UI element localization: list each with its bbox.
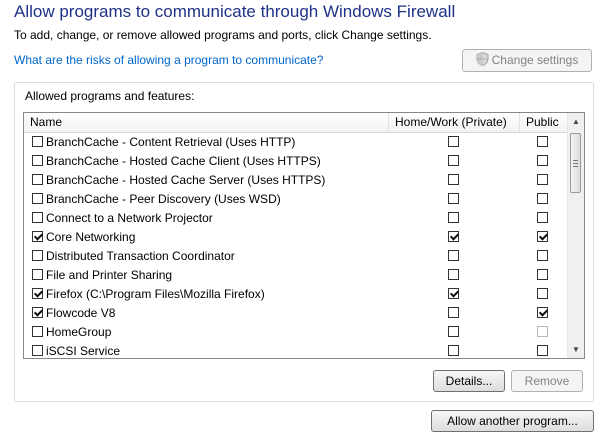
home-work-checkbox[interactable] [448, 250, 459, 261]
program-name: BranchCache - Hosted Cache Server (Uses … [46, 173, 326, 187]
public-checkbox[interactable] [537, 345, 548, 356]
program-enabled-checkbox[interactable] [32, 136, 43, 147]
program-name: Flowcode V8 [46, 306, 116, 320]
home-work-checkbox[interactable] [448, 174, 459, 185]
scroll-down-arrow-icon[interactable]: ▼ [568, 341, 584, 358]
home-work-checkbox[interactable] [448, 288, 459, 299]
program-name: Connect to a Network Projector [46, 211, 213, 225]
home-work-checkbox[interactable] [448, 345, 459, 356]
program-row[interactable]: BranchCache - Content Retrieval (Uses HT… [24, 133, 567, 152]
program-enabled-checkbox[interactable] [32, 307, 43, 318]
public-checkbox[interactable] [537, 307, 548, 318]
scroll-up-arrow-icon[interactable]: ▲ [568, 113, 584, 130]
public-checkbox[interactable] [537, 269, 548, 280]
program-enabled-checkbox[interactable] [32, 326, 43, 337]
scroll-thumb[interactable] [570, 133, 581, 193]
program-row[interactable]: Firefox (C:\Program Files\Mozilla Firefo… [24, 285, 567, 304]
program-name: HomeGroup [46, 325, 112, 339]
program-row[interactable]: File and Printer Sharing [24, 266, 567, 285]
program-row[interactable]: HomeGroup [24, 323, 567, 342]
program-name: iSCSI Service [46, 344, 121, 358]
list-header: Name Home/Work (Private) Public [24, 113, 567, 133]
home-work-checkbox[interactable] [448, 269, 459, 280]
program-enabled-checkbox[interactable] [32, 250, 43, 261]
program-name: File and Printer Sharing [46, 268, 173, 282]
remove-button[interactable]: Remove [511, 370, 583, 392]
program-name: Distributed Transaction Coordinator [46, 249, 235, 263]
program-row[interactable]: Connect to a Network Projector [24, 209, 567, 228]
programs-list[interactable]: Name Home/Work (Private) Public BranchCa… [23, 112, 585, 359]
home-work-checkbox[interactable] [448, 212, 459, 223]
details-button[interactable]: Details... [433, 370, 505, 392]
public-checkbox[interactable] [537, 212, 548, 223]
home-work-checkbox[interactable] [448, 326, 459, 337]
program-rows: BranchCache - Content Retrieval (Uses HT… [24, 133, 567, 358]
public-checkbox[interactable] [537, 326, 548, 337]
allow-another-program-button[interactable]: Allow another program... [431, 410, 594, 432]
risks-help-link[interactable]: What are the risks of allowing a program… [14, 53, 323, 67]
column-header-public[interactable]: Public [519, 113, 567, 132]
public-checkbox[interactable] [537, 155, 548, 166]
program-enabled-checkbox[interactable] [32, 174, 43, 185]
home-work-checkbox[interactable] [448, 155, 459, 166]
program-name: BranchCache - Content Retrieval (Uses HT… [46, 135, 296, 149]
program-name: BranchCache - Hosted Cache Client (Uses … [46, 154, 321, 168]
program-row[interactable]: BranchCache - Peer Discovery (Uses WSD) [24, 190, 567, 209]
program-name: Firefox (C:\Program Files\Mozilla Firefo… [46, 287, 265, 301]
program-row[interactable]: Distributed Transaction Coordinator [24, 247, 567, 266]
program-row[interactable]: iSCSI Service [24, 342, 567, 358]
public-checkbox[interactable] [537, 193, 548, 204]
home-work-checkbox[interactable] [448, 193, 459, 204]
page-subtitle: To add, change, or remove allowed progra… [14, 28, 432, 42]
program-enabled-checkbox[interactable] [32, 155, 43, 166]
home-work-checkbox[interactable] [448, 231, 459, 242]
program-row[interactable]: BranchCache - Hosted Cache Client (Uses … [24, 152, 567, 171]
public-checkbox[interactable] [537, 136, 548, 147]
program-name: Core Networking [46, 230, 136, 244]
home-work-checkbox[interactable] [448, 307, 459, 318]
allowed-programs-label: Allowed programs and features: [25, 89, 195, 103]
column-header-home-work[interactable]: Home/Work (Private) [388, 113, 519, 132]
program-row[interactable]: Core Networking [24, 228, 567, 247]
program-row[interactable]: Flowcode V8 [24, 304, 567, 323]
public-checkbox[interactable] [537, 288, 548, 299]
home-work-checkbox[interactable] [448, 136, 459, 147]
change-settings-label: Change settings [491, 53, 579, 67]
change-settings-button[interactable]: Change settings [462, 49, 592, 72]
program-enabled-checkbox[interactable] [32, 231, 43, 242]
public-checkbox[interactable] [537, 231, 548, 242]
program-row[interactable]: BranchCache - Hosted Cache Server (Uses … [24, 171, 567, 190]
program-enabled-checkbox[interactable] [32, 193, 43, 204]
program-name: BranchCache - Peer Discovery (Uses WSD) [46, 192, 281, 206]
allowed-programs-group: Allowed programs and features: Name Home… [14, 82, 594, 402]
program-enabled-checkbox[interactable] [32, 212, 43, 223]
public-checkbox[interactable] [537, 174, 548, 185]
program-enabled-checkbox[interactable] [32, 269, 43, 280]
program-enabled-checkbox[interactable] [32, 288, 43, 299]
column-header-name[interactable]: Name [24, 113, 388, 132]
public-checkbox[interactable] [537, 250, 548, 261]
program-enabled-checkbox[interactable] [32, 345, 43, 356]
page-title: Allow programs to communicate through Wi… [14, 2, 456, 21]
list-scrollbar[interactable]: ▲ ▼ [567, 113, 584, 358]
uac-shield-icon [476, 51, 489, 67]
